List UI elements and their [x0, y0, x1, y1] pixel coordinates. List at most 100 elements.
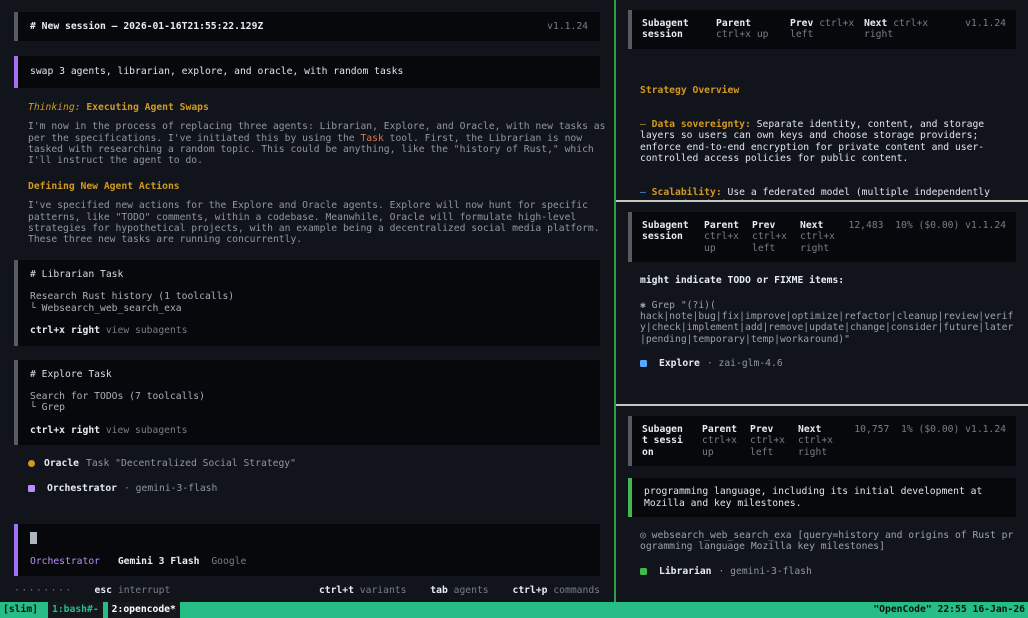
input-meta: Orchestrator Gemini 3 Flash Google — [30, 556, 588, 567]
keybind-label: ctrl+x right — [30, 325, 100, 336]
keybind-action: variants — [360, 585, 407, 596]
prompt-input[interactable]: Orchestrator Gemini 3 Flash Google — [14, 524, 600, 576]
keybind-keys: ctrl+x up — [702, 435, 737, 457]
explore-output-line: might indicate TODO or FIXME items: — [640, 275, 1016, 286]
provider-label: Google — [211, 556, 246, 567]
tmux-window-bash[interactable]: 1:bash#- — [48, 602, 103, 618]
keybind-label: Prev — [790, 18, 813, 29]
task-tool-ref: Task — [360, 133, 383, 144]
keybind-label: Prev — [750, 424, 773, 435]
next-nav-hint: Next ctrl+x right — [800, 220, 838, 254]
agent-task-text: Task "Decentralized Social Strategy" — [86, 458, 296, 469]
task-tool-line: └ Grep — [30, 402, 588, 413]
keybind-label: Next — [864, 18, 887, 29]
task-card-title: # Explore Task — [30, 369, 588, 380]
strategy-bullet: – Data sovereignty: Separate identity, c… — [640, 119, 1016, 165]
keybind-label: tab — [430, 585, 448, 596]
explore-task-card[interactable]: # Explore Task Search for TODOs (7 toolc… — [14, 360, 600, 446]
session-title: # New session — 2026-01-16T21:55:22.129Z — [30, 21, 263, 32]
variants-hint: ctrl+t variants — [319, 585, 412, 596]
bullet-label: Scalability: — [652, 187, 722, 198]
text-cursor — [30, 532, 37, 544]
thinking-label: Thinking: — [28, 102, 81, 113]
thinking-title: Executing Agent Swaps — [86, 102, 208, 113]
keybind-label: Parent — [716, 18, 751, 29]
agent-model-text: · gemini-3-flash — [124, 483, 217, 494]
agents-hint: tab agents — [430, 585, 494, 596]
keybind-keys: ctrl+x right — [800, 231, 835, 253]
active-model-label: Gemini 3 Flash — [118, 556, 200, 567]
tmux-session-name: [slim] — [0, 604, 43, 615]
opencode-app: # New session — 2026-01-16T21:55:22.129Z… — [0, 0, 1028, 602]
subagent-panel-oracle: Subagent session Parent ctrl+x up Prev c… — [616, 0, 1028, 200]
oracle-task-line[interactable]: Oracle Task "Decentralized Social Strate… — [28, 458, 600, 469]
strategy-bullet: – Scalability: Use a federated model (mu… — [640, 187, 1016, 200]
tmux-window-opencode[interactable]: 2:opencode* — [108, 602, 180, 618]
agent-name: Oracle — [44, 458, 79, 469]
subagent-column: Subagent session Parent ctrl+x up Prev c… — [616, 0, 1028, 602]
agent-model-text: · zai-glm-4.6 — [707, 358, 783, 369]
status-bar: ········ esc interrupt ctrl+t variants t… — [14, 585, 600, 596]
explore-agent-line: Explore · zai-glm-4.6 — [640, 358, 1016, 369]
keybind-action: view subagents — [106, 425, 188, 436]
agent-name: Librarian — [659, 566, 712, 577]
subagent-header[interactable]: Subagent session Parent ctrl+x up Prev c… — [628, 10, 1016, 49]
orchestrator-line[interactable]: Orchestrator · gemini-3-flash — [28, 483, 600, 494]
next-nav-hint: Next ctrl+x right — [864, 18, 930, 41]
commands-hint: ctrl+p commands — [512, 585, 600, 596]
keybind-action: commands — [553, 585, 600, 596]
dash-icon: – — [640, 119, 652, 130]
active-agent-label: Orchestrator — [30, 556, 100, 567]
spacer — [30, 414, 588, 425]
task-summary: Search for TODOs (7 toolcalls) — [30, 391, 588, 402]
oracle-output: Strategy Overview – Data sovereignty: Se… — [640, 62, 1016, 200]
keybind-label: ctrl+p — [512, 585, 547, 596]
task-tool-line: └ Websearch_web_search_exa — [30, 303, 588, 314]
parent-nav-hint: Parent ctrl+x up — [716, 18, 782, 41]
strategy-heading: Strategy Overview — [640, 85, 1016, 96]
keybind-keys: ctrl+x left — [750, 435, 785, 457]
keybind-action: view subagents — [106, 325, 188, 336]
keybind-keys: ctrl+x left — [752, 231, 787, 253]
prev-nav-hint: Prev ctrl+x left — [750, 424, 788, 458]
parent-nav-hint: Parent ctrl+x up — [704, 220, 742, 254]
librarian-task-card[interactable]: # Librarian Task Research Rust history (… — [14, 260, 600, 346]
librarian-result-quote: programming language, including its init… — [628, 478, 1016, 517]
subagent-header[interactable]: Subagent session Parent ctrl+x up Prev c… — [628, 416, 1016, 466]
keybind-action: agents — [454, 585, 489, 596]
next-nav-hint: Next ctrl+x right — [798, 424, 836, 458]
task-card-title: # Librarian Task — [30, 269, 588, 280]
tmux-clock: "OpenCode" 22:55 16-Jan-26 — [873, 604, 1028, 615]
keybind-keys: ctrl+x up — [716, 29, 769, 40]
spinner-dots: ········ — [14, 585, 73, 596]
subagent-header[interactable]: Subagent session Parent ctrl+x up Prev c… — [628, 212, 1016, 262]
session-header: # New session — 2026-01-16T21:55:22.129Z… — [14, 12, 600, 41]
keybind-keys: ctrl+x right — [798, 435, 833, 457]
grep-tool-call: ✱ Grep "(?i)( hack|note|bug|fix|improve|… — [640, 300, 1016, 346]
esc-action-label: interrupt — [118, 585, 171, 596]
agent-name: Orchestrator — [47, 483, 117, 494]
tmux-status-bar: [slim] 1:bash#- 2:opencode* "OpenCode" 2… — [0, 602, 1028, 618]
keybind-label: ctrl+t — [319, 585, 354, 596]
user-message: swap 3 agents, librarian, explore, and o… — [14, 56, 600, 87]
input-line[interactable] — [30, 532, 588, 547]
agent-model-text: · gemini-3-flash — [719, 566, 812, 577]
session-stats: v1.1.24 — [938, 18, 1006, 29]
websearch-tool-call: ◎ websearch_web_search_exa [query=histor… — [640, 530, 1016, 553]
subagent-panel-librarian: Subagent session Parent ctrl+x up Prev c… — [616, 404, 1028, 602]
session-stats: 12,483 10% ($0.00) v1.1.24 — [848, 220, 1006, 231]
dash-icon: – — [640, 187, 652, 198]
thinking-heading: Thinking: Executing Agent Swaps — [28, 102, 600, 113]
version-label: v1.1.24 — [547, 21, 588, 32]
subagent-session-title: Subagent session — [642, 220, 694, 243]
subagent-panel-explore: Subagent session Parent ctrl+x up Prev c… — [616, 200, 1028, 404]
orchestrator-square-icon — [28, 485, 35, 492]
spacer — [30, 280, 588, 291]
defining-heading: Defining New Agent Actions — [28, 181, 600, 192]
prev-nav-hint: Prev ctrl+x left — [790, 18, 856, 41]
keybind-label: Parent — [702, 424, 737, 435]
keybind-label: Prev — [752, 220, 775, 231]
spacer — [30, 380, 588, 391]
keybind-label: Next — [800, 220, 823, 231]
main-session-column: # New session — 2026-01-16T21:55:22.129Z… — [0, 0, 614, 602]
